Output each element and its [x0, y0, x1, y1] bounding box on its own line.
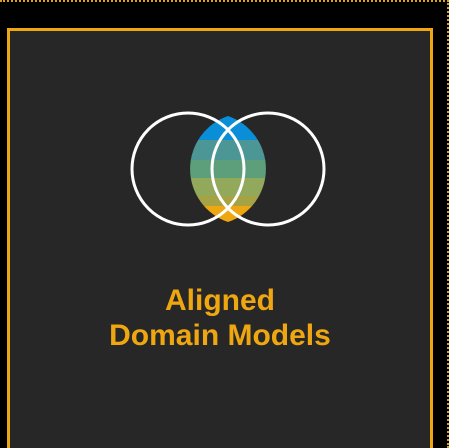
card-title-line1: Aligned: [165, 284, 275, 317]
overlapping-circles-icon: [130, 111, 326, 227]
feature-card[interactable]: Aligned Domain Models: [7, 28, 433, 448]
card-title-line2: Domain Models: [109, 319, 331, 352]
card-title: Aligned Domain Models: [10, 283, 430, 353]
